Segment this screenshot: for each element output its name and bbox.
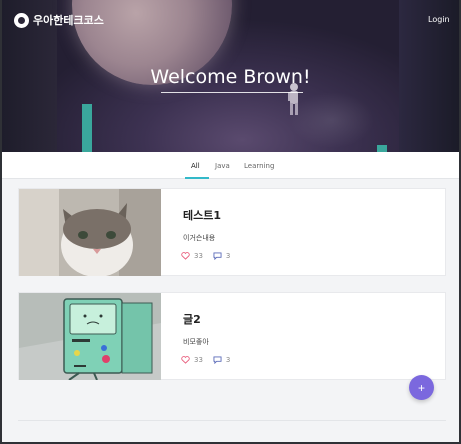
hero-deco-bar [377,145,387,152]
brand-logo[interactable]: 우아한테크코스 [14,12,104,28]
post-card[interactable]: 테스트1 이거슨내용 33 3 [18,188,446,276]
post-meta: 33 3 [181,356,230,364]
hero-deco-bar [82,104,92,152]
active-tab-indicator [185,177,209,179]
comment-count: 3 [225,252,231,260]
logo-icon [14,12,29,28]
bmo-image: BMO [19,293,161,380]
login-link[interactable]: Login [428,15,450,24]
post-card[interactable]: BMO 글2 비모좋아 33 3 [18,292,446,380]
comment-icon[interactable] [213,356,222,364]
cat-image [19,189,161,276]
welcome-heading: Welcome Brown! [150,66,311,88]
post-title[interactable]: 글2 [183,311,201,327]
heart-icon[interactable] [181,252,190,260]
app-frame: 우아한테크코스 Login Welcome Brown! All Java Le… [0,0,461,444]
post-body: 이거슨내용 [183,234,216,242]
like-count: 33 [194,252,203,260]
tab-learning[interactable]: Learning [244,162,274,170]
comment-icon[interactable] [213,252,222,260]
post-thumbnail: BMO [19,293,161,380]
post-thumbnail [19,189,161,276]
welcome-underline [161,92,303,93]
tab-all[interactable]: All [191,162,200,170]
post-meta: 33 3 [181,252,230,260]
divider [18,420,446,421]
brand-name: 우아한테크코스 [33,14,104,27]
category-tabs: All Java Learning [2,152,459,179]
heart-icon[interactable] [181,356,190,364]
post-body: 비모좋아 [183,338,209,346]
tab-java[interactable]: Java [215,162,230,170]
post-title[interactable]: 테스트1 [183,207,221,223]
hero-banner: 우아한테크코스 Login Welcome Brown! [2,0,459,152]
comment-count: 3 [225,356,231,364]
add-post-button[interactable]: + [409,375,434,400]
like-count: 33 [194,356,203,364]
